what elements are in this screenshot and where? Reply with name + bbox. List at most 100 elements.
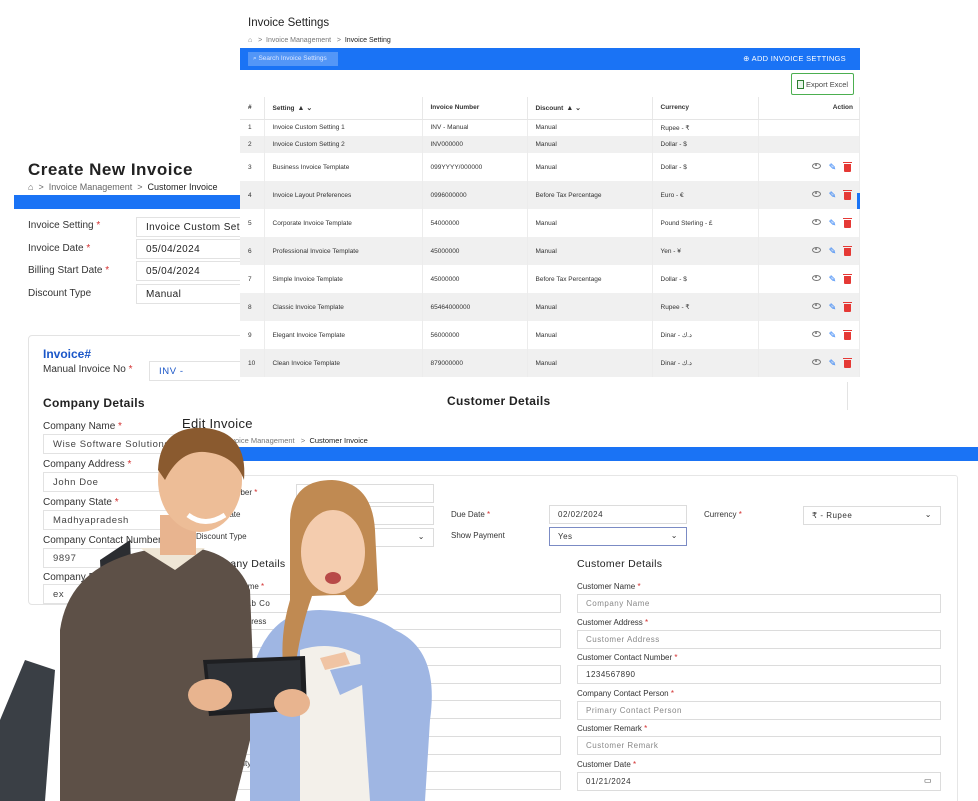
trash-icon[interactable] [843,161,852,172]
pencil-icon[interactable]: ✎ [828,330,837,340]
home-icon[interactable]: ⌂ [28,182,33,192]
pencil-icon[interactable]: ✎ [828,274,837,284]
export-excel-button[interactable]: Export Excel [791,73,854,95]
table-row[interactable]: 8 Classic Invoice Template 65464000000 Manu… [240,293,860,321]
header-bar [14,195,260,209]
trash-icon[interactable] [843,189,852,200]
breadcrumb-item[interactable]: Invoice Management [225,436,295,445]
column-header: Action [758,97,860,120]
table-row[interactable]: 4 Invoice Layout Preferences 0996000000 Bef… [240,181,860,209]
table-row[interactable]: 5 Corporate Invoice Template 54000000 Manua… [240,209,860,237]
table-cell-setting: Business Invoice Template [264,153,423,181]
calendar-icon[interactable]: ▭ [924,776,932,785]
invoice-number-input[interactable]: INV-0001 [296,484,434,503]
sort-icon[interactable]: ▲ ⌄ [566,105,581,112]
table-cell-number: 0996000000 [422,181,528,209]
breadcrumb-item[interactable]: Invoice Management [49,182,133,192]
table-cell-currency: Dinar - د.ك [652,349,759,377]
eye-icon[interactable] [812,190,821,197]
table-cell-actions: ✎ [758,265,860,293]
pencil-icon[interactable]: ✎ [828,302,837,312]
table-cell-number: 45000000 [422,265,528,293]
pencil-icon[interactable]: ✎ [828,218,837,228]
row-actions: ✎ [767,161,860,172]
customer-field-input[interactable]: Primary Contact Person [577,700,941,720]
customer-field-input[interactable]: Company Name [577,594,941,613]
home-icon[interactable]: ⌂ [248,37,252,44]
trash-icon[interactable] [843,357,852,368]
eye-icon[interactable] [812,274,821,281]
table-cell-setting: Invoice Custom Setting 2 [264,136,423,153]
table-cell-discount: Manual [527,153,653,181]
field-label: Invoice Date * [28,243,91,254]
field-label: Invoice Setting * [28,220,101,231]
table-cell-no: 10 [240,349,265,377]
table-row[interactable]: 7 Simple Invoice Template 45000000 Before T… [240,265,860,293]
show-payment-select[interactable]: Yes ⌄ [549,527,687,546]
customer-field-label: Customer Date * [577,759,637,769]
table-cell-actions: ✎ [758,153,860,181]
table-cell-setting: Invoice Layout Preferences [264,181,423,209]
invoice-date-input[interactable] [296,506,434,525]
invoice-number-label: Invoice Number * [196,488,258,497]
company-name-input[interactable]: Testing Lab Co [201,594,561,613]
backpack-shape [0,660,55,801]
eye-icon[interactable] [812,330,821,337]
table-row[interactable]: 9 Elegant Invoice Template 56000000 Manual D… [240,321,860,349]
company-state-label: Company State * [43,497,119,508]
pencil-icon[interactable]: ✎ [828,190,837,200]
pencil-icon[interactable]: ✎ [828,246,837,256]
trash-icon[interactable] [843,301,852,312]
customer-field-input[interactable]: Customer Address [577,629,941,649]
search-input[interactable]: ⌕ Search Invoice Settings [248,52,338,66]
table-cell-discount: Manual [527,321,653,349]
customer-field-input[interactable]: 01/21/2024 ▭ [577,771,941,791]
company-address-input[interactable] [201,629,561,648]
due-date-label: Due Date * [451,510,491,519]
company-contact-label: Company Contact Number [43,535,162,546]
breadcrumb: ⌂ > Invoice Management > Customer Invoic… [28,182,218,192]
trash-icon[interactable] [843,217,852,228]
customer-field-label: Customer Name * [577,582,641,591]
trash-icon[interactable] [843,245,852,256]
eye-icon[interactable] [812,162,821,169]
pencil-icon[interactable]: ✎ [828,358,837,368]
add-invoice-settings-button[interactable]: ⊕ ADD INVOICE SETTINGS [743,54,846,63]
table-row[interactable]: 1 Invoice Custom Setting 1 INV - Manual Man… [240,119,860,136]
table-cell-number: 45000000 [422,237,528,265]
search-icon: ⌕ [253,55,257,62]
table-cell-currency: Dollar - $ [652,265,759,293]
due-date-input[interactable]: 02/02/2024 [549,505,687,524]
pencil-icon[interactable]: ✎ [828,162,837,172]
table-row[interactable]: 3 Business Invoice Template 099YYYY/000000… [240,153,860,181]
scrollbar-indicator[interactable] [857,193,860,209]
invoice-date-label: Invoice Date [196,510,241,519]
column-header-discount[interactable]: Discount ▲ ⌄ [527,97,653,120]
table-cell-currency: Dinar - د.ك [652,321,759,349]
table-cell-no: 8 [240,293,265,321]
table-row[interactable]: 6 Professional Invoice Template 45000000 Ma… [240,237,860,265]
company-field-input[interactable] [201,700,561,719]
discount-type-select[interactable]: ⌄ [296,528,434,547]
company-city-input[interactable]: Indore [201,771,561,790]
table-row[interactable]: 10 Clean Invoice Template 879000000 Manual D… [240,349,860,377]
chevron-down-icon: ⌄ [670,531,678,540]
table-cell-no: 9 [240,321,265,349]
eye-icon[interactable] [812,218,821,225]
company-name-label: Company Name * [43,421,122,432]
company-field-input[interactable] [201,736,561,755]
sort-icon[interactable]: ▲ ⌄ [298,105,313,112]
currency-select[interactable]: ₹ - Rupee ⌄ [803,506,941,525]
trash-icon[interactable] [843,273,852,284]
table-row[interactable]: 2 Invoice Custom Setting 2 INV000000 Manual… [240,136,860,153]
edit-invoice-panel: Edit Invoice Invoice Management > Custom… [175,410,978,801]
breadcrumb-item[interactable]: Invoice Management [266,37,331,44]
customer-field-input[interactable]: Customer Remark [577,736,941,755]
eye-icon[interactable] [812,358,821,365]
trash-icon[interactable] [843,329,852,340]
customer-field-input[interactable]: 1234567890 [577,665,941,684]
eye-icon[interactable] [812,246,821,253]
column-header-setting[interactable]: Setting ▲ ⌄ [264,97,423,120]
eye-icon[interactable] [812,302,821,309]
company-field-input[interactable] [201,665,561,684]
